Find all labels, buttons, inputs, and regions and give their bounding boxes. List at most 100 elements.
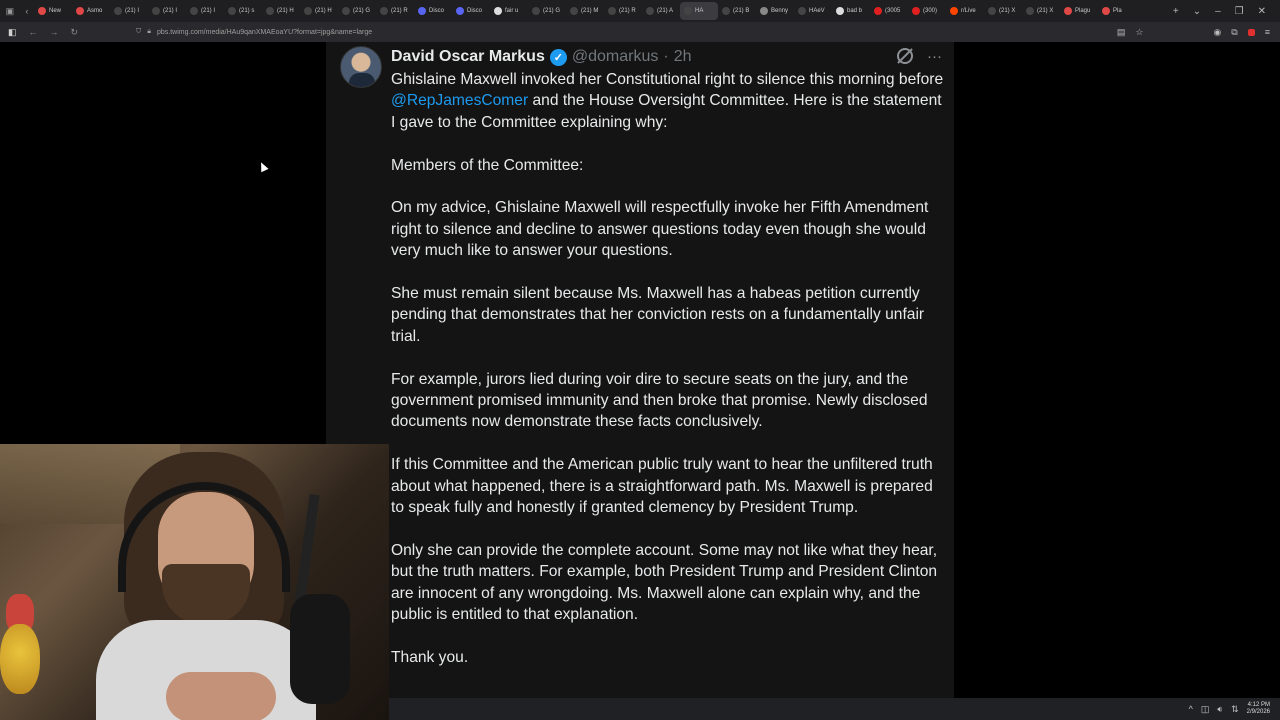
avatar[interactable]	[340, 46, 382, 88]
tab-label: Pla	[1113, 8, 1122, 14]
tab-label: Benny	[771, 8, 789, 14]
browser-tab[interactable]: Plagu	[1060, 2, 1098, 20]
close-window-icon[interactable]: ✕	[1258, 6, 1266, 17]
browser-tab[interactable]: (300)	[908, 2, 946, 20]
mention-link[interactable]: @RepJamesComer	[391, 92, 528, 109]
tab-label: Disco	[429, 8, 445, 14]
tweet-header: David Oscar Markus ✓ @domarkus · 2h	[391, 46, 691, 68]
browser-tab[interactable]: (21) X	[984, 2, 1022, 20]
browser-tab[interactable]: r/Live	[946, 2, 984, 20]
grok-icon[interactable]	[897, 48, 913, 64]
browser-tab[interactable]: (21) R	[604, 2, 642, 20]
reader-view-icon[interactable]: ▤	[1117, 27, 1126, 38]
browser-tab[interactable]: Disco	[414, 2, 452, 20]
tab-label: (21) R	[391, 8, 408, 14]
tab-strip: New Asmo (21) I (21) I (21) I (21) s (21) H (21…	[34, 0, 1136, 22]
reload-icon[interactable]: ↻	[71, 27, 79, 38]
sync-icon[interactable]: ⇅	[1231, 704, 1239, 715]
extension-icon[interactable]	[1247, 28, 1255, 36]
taskbar: ^ ◫ 🔉︎ ⇅ 4:12 PM 2/9/2026	[389, 698, 1280, 720]
x-icon	[798, 7, 806, 15]
window-controls: + ⌄ – ❐ ✕	[1173, 6, 1280, 17]
tweet-paragraph: For example, jurors lied during voir dir…	[391, 370, 928, 431]
more-options-icon[interactable]: ···	[927, 48, 942, 65]
new-tab-icon[interactable]: +	[1173, 6, 1179, 17]
browser-tab[interactable]: (21) G	[338, 2, 376, 20]
tab-label: (21) G	[543, 8, 561, 14]
lock-icon[interactable]: 🔒︎	[147, 28, 151, 36]
browser-tab[interactable]: (21) R	[376, 2, 414, 20]
shield-icon[interactable]: ⛉	[136, 28, 141, 36]
browser-tab[interactable]: (21) H	[262, 2, 300, 20]
maximize-icon[interactable]: ❐	[1235, 6, 1244, 17]
sidebar-toggle-icon[interactable]: ◧	[8, 27, 17, 38]
app-icon	[1102, 7, 1110, 15]
browser-tab[interactable]: bad b	[832, 2, 870, 20]
account-icon[interactable]: ◉	[1213, 27, 1221, 38]
network-icon[interactable]: ◫	[1201, 704, 1210, 715]
tab-label: fair u	[505, 8, 519, 14]
browser-tab[interactable]: (21) X	[1022, 2, 1060, 20]
browser-tab[interactable]: Asmo	[72, 2, 110, 20]
author-name[interactable]: David Oscar Markus	[391, 48, 545, 66]
browser-tab[interactable]: (21) H	[300, 2, 338, 20]
tab-label: r/Live	[961, 8, 976, 14]
minimize-icon[interactable]: –	[1215, 6, 1221, 17]
webcam-overlay	[0, 444, 389, 720]
browser-tab[interactable]: (21) I	[148, 2, 186, 20]
youtube-icon	[912, 7, 920, 15]
browser-tab[interactable]: (21) I	[186, 2, 224, 20]
browser-tab[interactable]: Pla	[1098, 2, 1136, 20]
tab-label: Disco	[467, 8, 483, 14]
tab-label: (21) G	[353, 8, 371, 14]
volume-icon[interactable]: 🔉︎	[1217, 704, 1223, 715]
browser-tab[interactable]: (21) G	[528, 2, 566, 20]
tweet-paragraph: Only she can provide the complete accoun…	[391, 541, 938, 624]
tab-scroll-left-icon[interactable]: ‹	[25, 6, 28, 16]
author-handle[interactable]: @domarkus	[572, 48, 659, 66]
browser-tab[interactable]: (21) I	[110, 2, 148, 20]
tweet-card: David Oscar Markus ✓ @domarkus · 2h ··· …	[326, 42, 954, 698]
back-icon[interactable]: ←	[29, 27, 38, 37]
intro-text-pre: Ghislaine Maxwell invoked her Constituti…	[391, 71, 944, 88]
extensions-icon[interactable]: ⧉	[1231, 27, 1237, 38]
browser-tab[interactable]: HA	[680, 2, 718, 20]
browser-tab[interactable]: (21) M	[566, 2, 604, 20]
tab-label: HA	[695, 8, 704, 14]
x-icon	[988, 7, 996, 15]
tab-label: Plagu	[1075, 8, 1091, 14]
x-icon	[114, 7, 122, 15]
browser-tab[interactable]: HAeV	[794, 2, 832, 20]
tweet-paragraph: Thank you.	[391, 648, 469, 666]
tab-menu-icon[interactable]: ▣	[6, 6, 15, 17]
tab-label: (21) X	[1037, 8, 1054, 14]
tray-expand-icon[interactable]: ^	[1189, 704, 1193, 714]
microphone-icon	[290, 594, 350, 704]
x-icon	[152, 7, 160, 15]
google-icon	[836, 7, 844, 15]
x-icon	[190, 7, 198, 15]
tab-nav: ▣ ‹	[0, 0, 34, 22]
browser-tab[interactable]: (21) s	[224, 2, 262, 20]
url-field[interactable]: ⛉ 🔒︎ pbs.twimg.com/media/HAu9qanXMAEoaYU…	[136, 28, 372, 36]
x-icon	[608, 7, 616, 15]
x-icon	[228, 7, 236, 15]
browser-tab[interactable]: Disco	[452, 2, 490, 20]
tab-list-icon[interactable]: ⌄	[1193, 6, 1201, 17]
browser-tab[interactable]: (3005	[870, 2, 908, 20]
webcam-plush-toy	[0, 624, 40, 694]
browser-tab[interactable]: (21) B	[718, 2, 756, 20]
youtube-icon	[874, 7, 882, 15]
taskbar-clock[interactable]: 4:12 PM 2/9/2026	[1247, 702, 1270, 716]
forward-icon[interactable]: →	[50, 27, 59, 37]
browser-tab[interactable]: Benny	[756, 2, 794, 20]
browser-tab[interactable]: New	[34, 2, 72, 20]
tweet-timestamp[interactable]: 2h	[674, 48, 692, 66]
browser-tab[interactable]: (21) A	[642, 2, 680, 20]
browser-tab[interactable]: fair u	[490, 2, 528, 20]
bookmark-star-icon[interactable]: ☆	[1135, 27, 1143, 38]
menu-icon[interactable]: ≡	[1265, 27, 1270, 37]
tweet-actions: ···	[897, 48, 942, 65]
x-icon	[646, 7, 654, 15]
app-icon	[1064, 7, 1072, 15]
